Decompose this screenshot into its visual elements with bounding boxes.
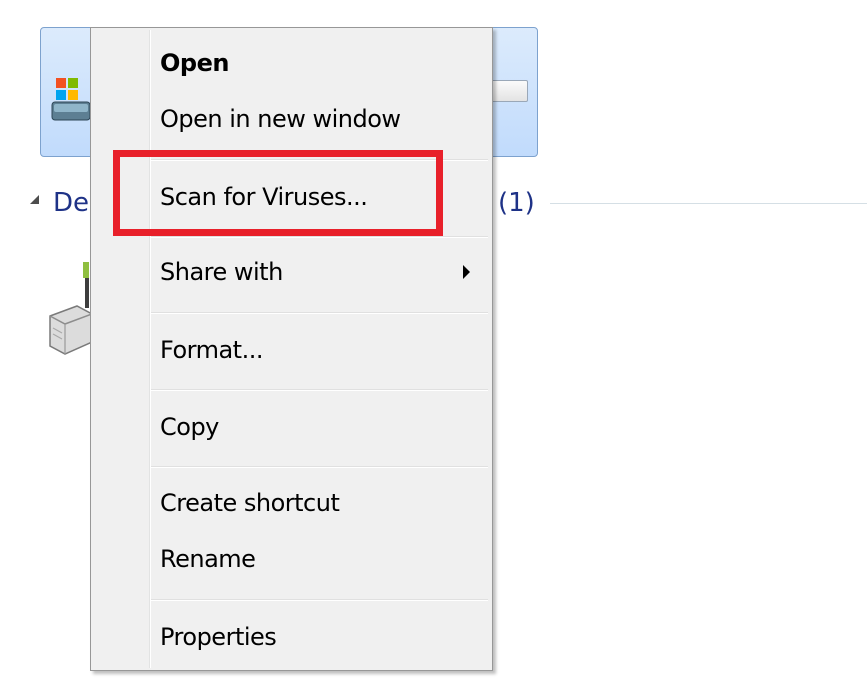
removable-drive-icon[interactable] xyxy=(47,258,92,358)
menu-item-label: Share with xyxy=(160,258,283,286)
menu-separator xyxy=(151,389,488,390)
menu-item-create-shortcut[interactable]: Create shortcut xyxy=(93,479,490,527)
menu-item-label: Open xyxy=(160,49,229,77)
menu-item-copy[interactable]: Copy xyxy=(93,403,490,451)
menu-item-label: Copy xyxy=(160,413,219,441)
menu-item-label: Format... xyxy=(160,336,263,364)
chevron-right-icon xyxy=(463,265,470,279)
menu-item-format[interactable]: Format... xyxy=(93,326,490,374)
menu-separator xyxy=(151,236,488,237)
menu-item-label: Rename xyxy=(160,545,256,573)
drive-capacity-bar xyxy=(490,80,528,102)
menu-separator xyxy=(151,599,488,600)
menu-item-rename[interactable]: Rename xyxy=(93,535,490,583)
explorer-view: De (1) Open Open in new window Scan for … xyxy=(0,0,867,686)
group-count: (1) xyxy=(498,188,535,218)
context-menu: Open Open in new window Scan for Viruses… xyxy=(90,27,493,671)
menu-item-open[interactable]: Open xyxy=(93,39,490,87)
highlight-annotation xyxy=(113,150,443,236)
menu-item-label: Create shortcut xyxy=(160,489,340,517)
menu-item-share-with[interactable]: Share with xyxy=(93,248,490,296)
menu-item-label: Open in new window xyxy=(160,105,401,133)
menu-item-label: Properties xyxy=(160,623,277,651)
collapse-arrow-icon[interactable] xyxy=(30,195,39,204)
group-divider xyxy=(550,203,867,204)
group-title: De xyxy=(53,188,90,218)
menu-separator xyxy=(151,466,488,467)
menu-item-properties[interactable]: Properties xyxy=(93,613,490,661)
windows-drive-icon xyxy=(51,78,90,121)
menu-item-open-new-window[interactable]: Open in new window xyxy=(93,95,490,143)
menu-separator xyxy=(151,312,488,313)
